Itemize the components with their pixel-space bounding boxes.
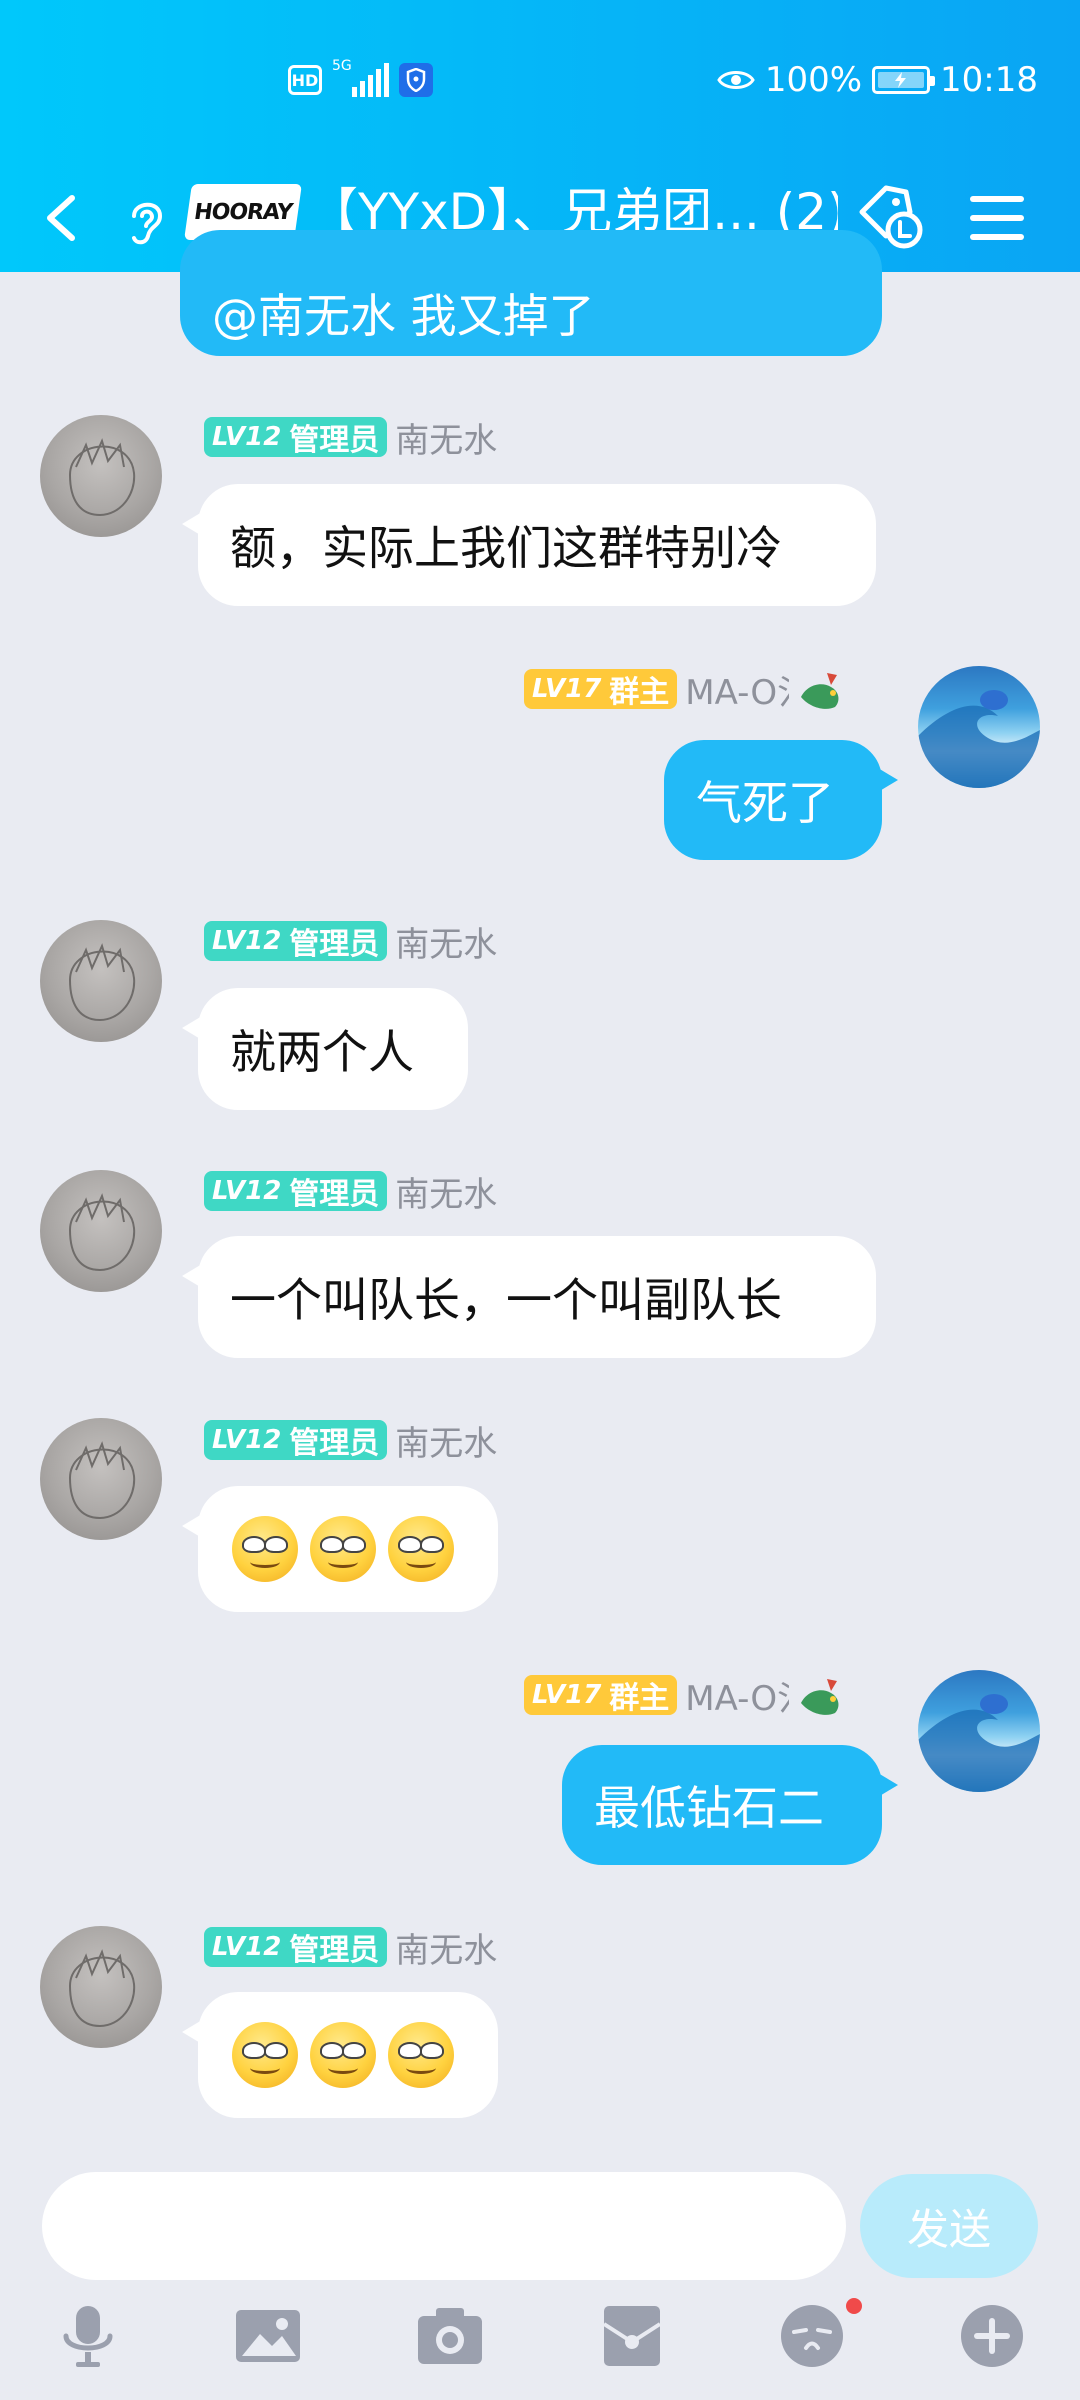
notification-dot [846,2298,862,2314]
shield-icon [399,63,433,97]
dragon-icon [801,1679,839,1715]
clock: 10:18 [940,60,1038,100]
emoji-row [232,2022,454,2088]
smirk-emoji-icon [310,1516,376,1582]
level-badge: LV12 管理员 [204,417,388,458]
chevron-left-icon [47,195,75,241]
message-meta: LV17 群主 MA-O氵 [524,1674,845,1719]
message-input[interactable] [42,2172,846,2280]
battery-percent: 100% [764,60,863,100]
level-badge: LV12 管理员 [204,1420,388,1461]
smirk-emoji-icon [310,2022,376,2088]
message-meta: LV12 管理员 南无水 [204,1419,497,1464]
send-button[interactable]: 发送 [860,2174,1038,2278]
status-bar-left: HD 5G [288,59,433,100]
cellular-signal-icon: 5G [332,59,389,97]
hd-icon: HD [288,65,322,95]
level-badge: LV12 管理员 [204,1927,388,1968]
avatar[interactable] [40,415,162,537]
smirk-emoji-icon [232,2022,298,2088]
message-meta: LV12 管理员 南无水 [204,920,497,965]
sender-name[interactable]: MA-O氵 [685,673,789,713]
status-bar-right: 100% 10:18 [717,58,1038,102]
sender-name[interactable]: 南无水 [395,917,497,966]
level-badge: LV12 管理员 [204,921,388,962]
message-bubble[interactable]: 最低钻石二 [562,1745,898,1865]
avatar[interactable] [918,666,1040,788]
group-logo-text: HOORAY [192,199,294,225]
smirk-emoji-icon [388,2022,454,2088]
back-button[interactable] [36,190,92,246]
message-bubble[interactable]: @南无水 我又掉了 [180,230,882,356]
ear-icon [132,202,163,245]
message-bubble[interactable] [182,1486,498,1612]
message-meta: LV17 群主 MA-O氵 [524,668,845,713]
earpiece-mode-button[interactable] [120,190,172,250]
sender-name[interactable]: 南无水 [395,1923,497,1972]
network-type: 5G [332,58,352,74]
message-meta: LV12 管理员 南无水 [204,1926,497,1971]
avatar[interactable] [918,1670,1040,1792]
level-badge: LV17 群主 [524,1675,678,1716]
smirk-emoji-icon [388,1516,454,1582]
message-bubble[interactable]: 就两个人 [182,988,468,1110]
red-packet-icon[interactable] [598,2302,666,2370]
smirk-emoji-icon [232,1516,298,1582]
hamburger-icon [970,196,1024,240]
avatar[interactable] [40,1926,162,2048]
sender-name[interactable]: 南无水 [395,413,497,462]
battery-icon [872,66,936,94]
eye-icon [717,71,755,89]
emoji-icon[interactable] [778,2302,846,2370]
avatar[interactable] [40,1418,162,1540]
message-bubble[interactable]: 一个叫队长，一个叫副队长 [182,1236,876,1358]
message-meta: LV12 管理员 南无水 [204,416,497,461]
emoji-row [232,1516,454,1582]
menu-button[interactable] [966,190,1028,246]
level-badge: LV12 管理员 [204,1171,388,1212]
dragon-icon [801,673,839,709]
image-icon[interactable] [234,2302,302,2370]
avatar[interactable] [40,1170,162,1292]
level-badge: LV17 群主 [524,669,678,710]
status-bar: HD 5G 100% 10:18 [0,0,1080,160]
sender-name[interactable]: MA-O氵 [685,1679,789,1719]
camera-icon[interactable] [416,2302,484,2370]
plus-icon[interactable] [958,2302,1026,2370]
microphone-icon[interactable] [54,2302,122,2370]
message-bubble[interactable]: 额，实际上我们这群特别冷 [182,484,876,606]
avatar[interactable] [40,920,162,1042]
message-meta: LV12 管理员 南无水 [204,1170,497,1215]
message-bubble[interactable] [182,1992,498,2118]
message-bubble[interactable]: 气死了 [664,740,898,860]
sender-name[interactable]: 南无水 [395,1167,497,1216]
sender-name[interactable]: 南无水 [395,1416,497,1465]
